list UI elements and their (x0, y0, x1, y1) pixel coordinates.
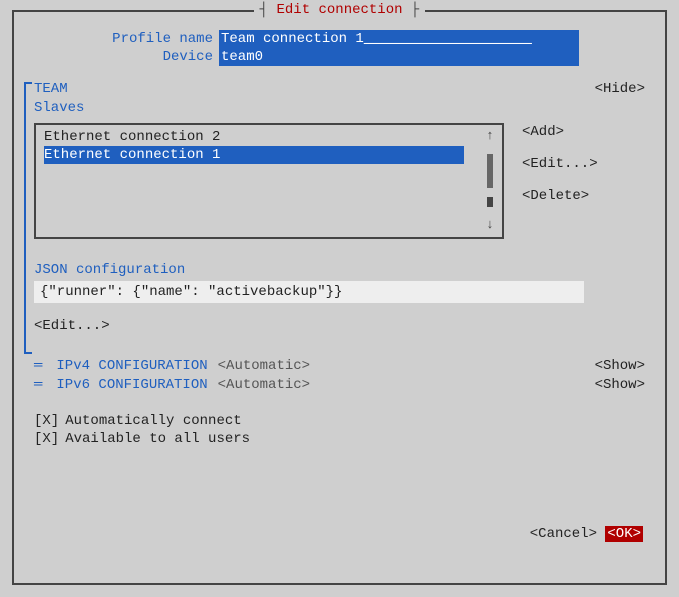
ipv6-row: ═ IPv6 CONFIGURATION <Automatic> <Show> (34, 376, 645, 394)
auto-connect-checkbox[interactable]: [X] Automatically connect (34, 412, 645, 430)
ipv4-row: ═ IPv4 CONFIGURATION <Automatic> <Show> (34, 357, 645, 375)
ipv4-mode-select[interactable]: <Automatic> (218, 357, 310, 375)
json-config-label: JSON configuration (34, 261, 645, 279)
device-input[interactable]: team0 (219, 48, 579, 66)
arrow-up-icon[interactable]: ↑ (486, 128, 494, 145)
scroll-thumb[interactable] (487, 154, 493, 188)
ok-button[interactable]: <OK> (605, 526, 643, 542)
expand-icon[interactable]: ═ (34, 357, 42, 375)
scroll-mark (487, 197, 493, 207)
slaves-label: Slaves (34, 99, 645, 117)
profile-name-row: Profile name Team connection 1__________… (34, 30, 645, 48)
ipv4-label: IPv4 CONFIGURATION (56, 357, 207, 375)
checkbox-mark: [X] (34, 412, 59, 430)
expand-icon[interactable]: ═ (34, 376, 42, 394)
team-section: TEAM <Hide> Slaves Ethernet connection 2… (34, 80, 645, 335)
team-label: TEAM (34, 80, 68, 98)
list-item[interactable]: Ethernet connection 2 (44, 128, 502, 146)
edit-connection-window: Edit connection Profile name Team connec… (12, 10, 667, 585)
json-edit-button[interactable]: <Edit...> (34, 317, 645, 335)
arrow-down-icon[interactable]: ↓ (486, 217, 494, 234)
hide-button[interactable]: <Hide> (595, 80, 645, 98)
profile-name-value: Team connection 1 (221, 31, 364, 47)
slaves-listbox[interactable]: Ethernet connection 2 Ethernet connectio… (34, 123, 504, 239)
all-users-label: Available to all users (65, 430, 250, 448)
window-title-bar: Edit connection (14, 1, 665, 19)
device-label: Device (34, 48, 219, 66)
json-config-value: {"runner": {"name": "activebackup"}} (34, 281, 584, 303)
profile-name-label: Profile name (34, 30, 219, 48)
window-title: Edit connection (254, 2, 426, 18)
ipv4-show-button[interactable]: <Show> (595, 357, 645, 375)
dialog-footer: <Cancel> <OK> (530, 525, 643, 543)
edit-button[interactable]: <Edit...> (522, 155, 598, 173)
team-brace-icon (24, 82, 32, 354)
profile-name-input[interactable]: Team connection 1____________________ (219, 30, 579, 48)
cancel-button[interactable]: <Cancel> (530, 526, 597, 542)
all-users-checkbox[interactable]: [X] Available to all users (34, 430, 645, 448)
checkbox-mark: [X] (34, 430, 59, 448)
auto-connect-label: Automatically connect (65, 412, 241, 430)
delete-button[interactable]: <Delete> (522, 187, 598, 205)
ipv6-show-button[interactable]: <Show> (595, 376, 645, 394)
scrollbar[interactable]: ↑ ↓ (484, 128, 496, 234)
ipv6-label: IPv6 CONFIGURATION (56, 376, 207, 394)
ipv6-mode-select[interactable]: <Automatic> (218, 376, 310, 394)
device-row: Device team0 (34, 48, 645, 66)
device-value: team0 (221, 49, 263, 65)
add-button[interactable]: <Add> (522, 123, 598, 141)
list-item[interactable]: Ethernet connection 1 (44, 146, 464, 164)
